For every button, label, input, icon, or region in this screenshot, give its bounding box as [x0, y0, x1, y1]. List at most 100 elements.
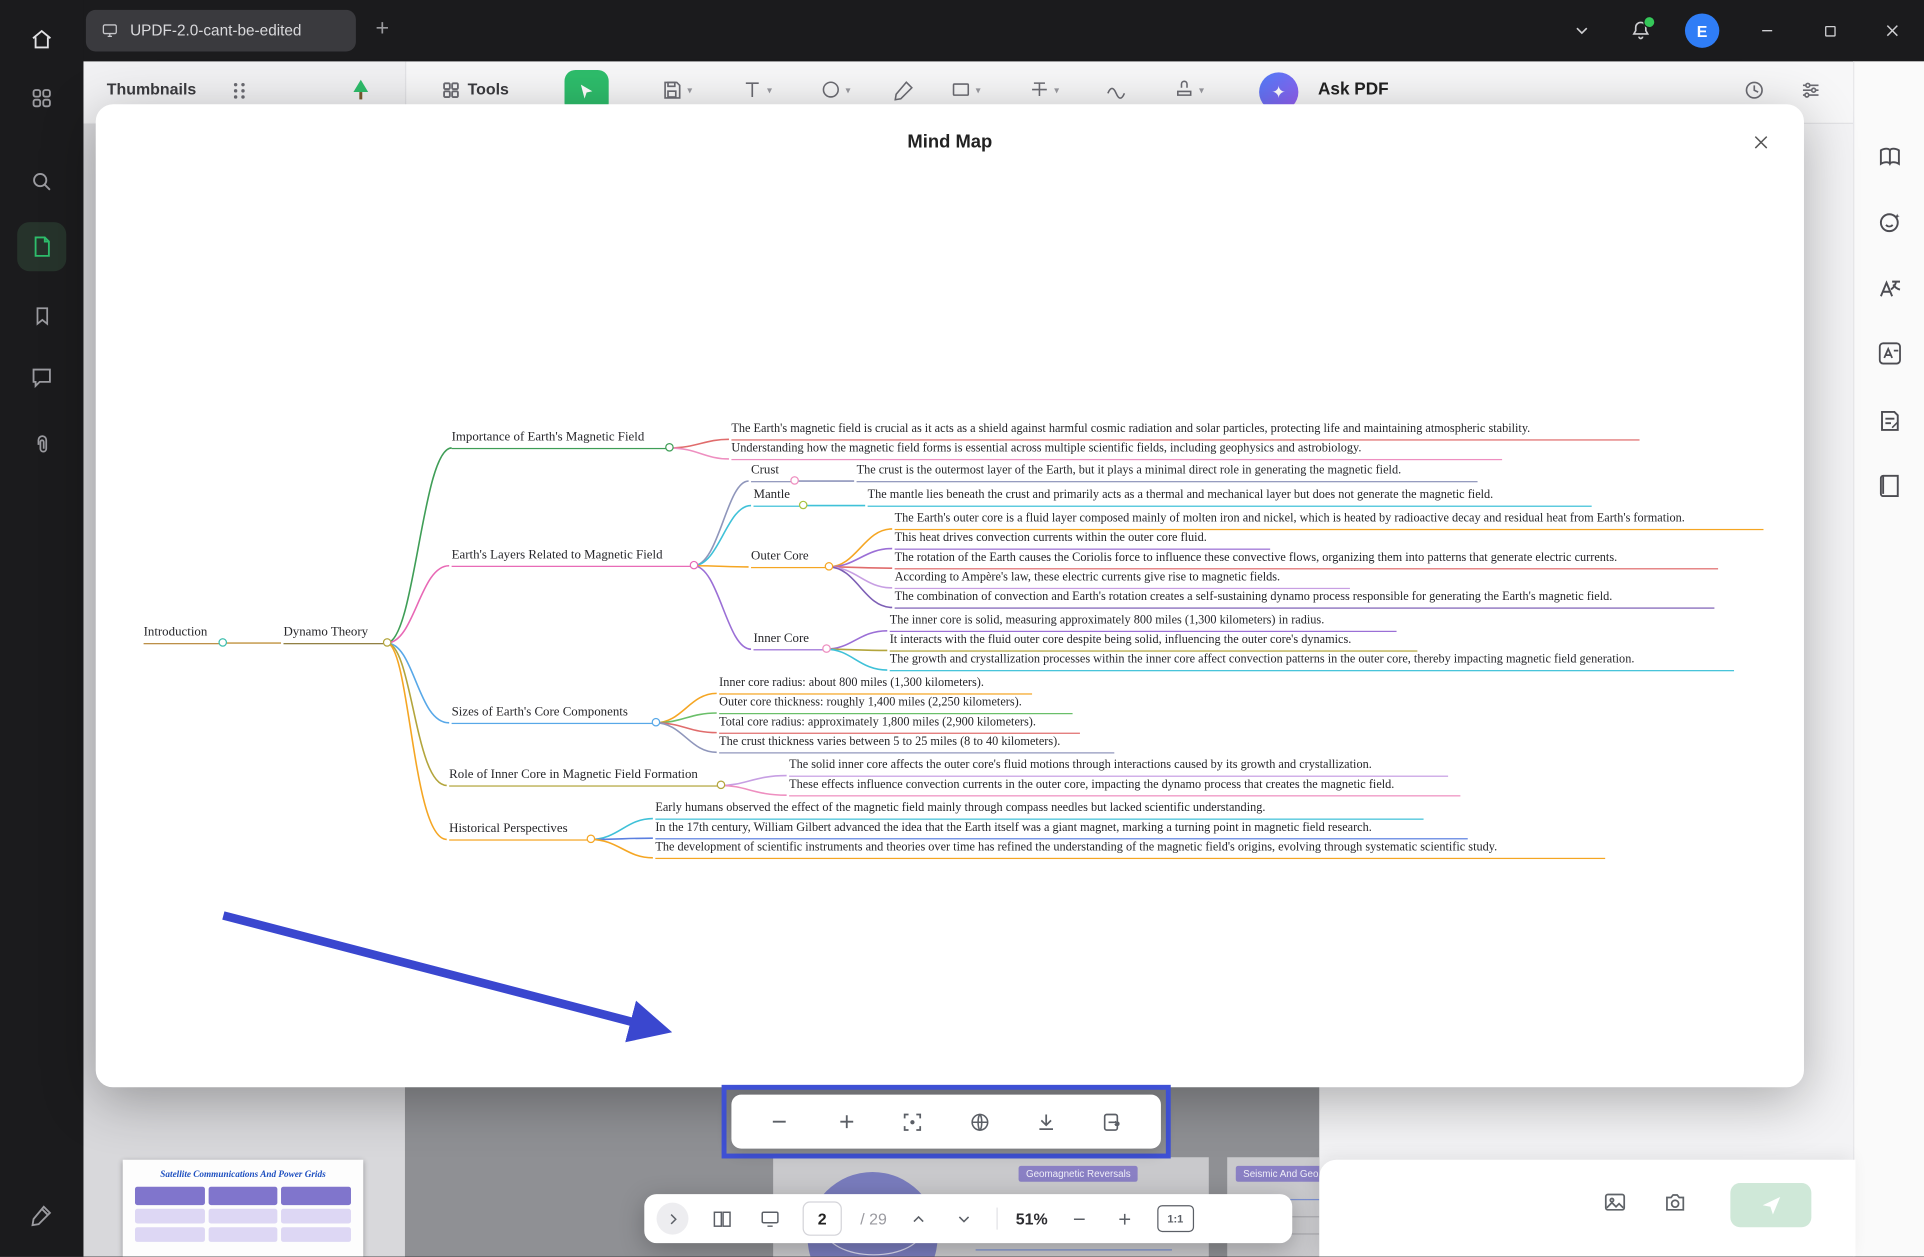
mindmap-branch-node[interactable]: Role of Inner Core in Magnetic Field For…	[449, 767, 720, 787]
node-label: Crust	[751, 464, 779, 477]
tree-icon[interactable]	[349, 77, 374, 104]
summary-note-icon[interactable]	[1869, 400, 1911, 442]
mindmap-leaf[interactable]: Inner core radius: about 800 miles (1,30…	[719, 675, 1032, 695]
actual-size-button[interactable]: 1:1	[1157, 1205, 1194, 1232]
page-number-input[interactable]: 2	[803, 1201, 842, 1235]
document-tab[interactable]: UPDF-2.0-cant-be-edited	[86, 10, 356, 52]
node-dot	[690, 561, 699, 570]
add-image-button[interactable]	[1601, 1190, 1628, 1215]
mindmap-leaf[interactable]: The mantle lies beneath the crust and pr…	[868, 487, 1592, 507]
mindmap-branch-node[interactable]: Historical Perspectives	[449, 821, 590, 841]
presentation-button[interactable]	[755, 1200, 784, 1237]
history-icon[interactable]	[1743, 79, 1766, 102]
send-button[interactable]	[1730, 1183, 1811, 1227]
mindmap-leaf[interactable]: Outer core thickness: roughly 1,400 mile…	[719, 695, 1072, 715]
mindmap-leaf[interactable]: The solid inner core affects the outer c…	[789, 757, 1448, 777]
fit-view-button[interactable]	[894, 1103, 931, 1140]
tools-label: Tools	[468, 80, 509, 98]
apps-grid-icon[interactable]	[17, 74, 66, 123]
mindmap-leaf[interactable]: Understanding how the magnetic field for…	[731, 441, 1502, 461]
mindmap-leaf[interactable]: This heat drives convection currents wit…	[895, 530, 1271, 550]
modal-close-button[interactable]	[1748, 129, 1775, 156]
draw-tool-icon[interactable]	[1104, 79, 1127, 101]
screenshot-button[interactable]	[1662, 1190, 1689, 1215]
drag-dots-icon[interactable]	[231, 81, 248, 101]
divider	[996, 1208, 997, 1230]
text-tool-icon[interactable]: ▾	[741, 79, 772, 101]
mindmap-leaf[interactable]: In the 17th century, William Gilbert adv…	[655, 820, 1467, 840]
mindmap-leaf[interactable]: The Earth's magnetic field is crucial as…	[731, 421, 1639, 441]
settings-sliders-icon[interactable]	[1799, 79, 1822, 102]
modal-title: Mind Map	[96, 131, 1804, 152]
mindmap-leaf[interactable]: The Earth's outer core is a fluid layer …	[895, 511, 1764, 531]
maximize-button[interactable]	[1815, 16, 1844, 45]
reader-mode-icon[interactable]	[1869, 136, 1911, 178]
previous-page-button[interactable]	[905, 1200, 932, 1237]
export-button[interactable]	[1094, 1103, 1131, 1140]
page-navigation-bar: 2 / 29 51% 1:1	[644, 1194, 1292, 1243]
mindmap-branch-node[interactable]: Sizes of Earth's Core Components	[452, 704, 656, 724]
strikethrough-tool-icon[interactable]: ▾	[1028, 79, 1059, 101]
mindmap-leaf[interactable]: The growth and crystallization processes…	[890, 652, 1734, 672]
thumbnail-view-button[interactable]	[707, 1200, 736, 1237]
document-view-button[interactable]	[17, 222, 66, 271]
attachment-icon[interactable]	[17, 420, 66, 469]
user-avatar[interactable]: E	[1685, 13, 1719, 47]
thumbnail-table	[135, 1187, 351, 1242]
pen-tool-icon[interactable]	[893, 79, 915, 101]
mindmap-leaf[interactable]: It interacts with the fluid outer core d…	[890, 632, 1418, 652]
notifications-button[interactable]	[1630, 20, 1652, 42]
node-label: Role of Inner Core in Magnetic Field For…	[449, 768, 698, 781]
mindmap-leaf[interactable]: The crust thickness varies between 5 to …	[719, 734, 1114, 754]
mindmap-leaf[interactable]: According to Ampère's law, these electri…	[895, 569, 1350, 589]
zoom-in-button[interactable]	[828, 1103, 865, 1140]
ask-pdf-label[interactable]: Ask PDF	[1318, 79, 1389, 99]
save-tool-icon[interactable]: ▾	[660, 79, 692, 102]
mindmap-leaf[interactable]: The crust is the outermost layer of the …	[857, 463, 1478, 483]
booklet-icon[interactable]	[1869, 465, 1911, 507]
stylus-icon[interactable]	[17, 1190, 66, 1239]
zoom-out-page-button[interactable]	[1066, 1200, 1093, 1237]
search-icon[interactable]	[17, 157, 66, 206]
mindmap-hub-node[interactable]: Dynamo Theory	[283, 625, 386, 645]
translate-icon[interactable]	[1869, 268, 1911, 310]
stamp-tool-icon[interactable]: ▾	[1173, 79, 1204, 101]
rect-tool-icon[interactable]: ▾	[950, 79, 981, 101]
mindmap-branch-node[interactable]: Earth's Layers Related to Magnetic Field	[452, 547, 694, 567]
zoom-in-page-button[interactable]	[1111, 1200, 1138, 1237]
mindmap-leaf[interactable]: These effects influence convection curre…	[789, 777, 1460, 797]
minimize-button[interactable]	[1752, 16, 1781, 45]
expand-panel-button[interactable]	[657, 1203, 689, 1235]
comments-icon[interactable]	[17, 352, 66, 401]
node-label: Dynamo Theory	[283, 626, 368, 639]
zoom-out-button[interactable]	[761, 1103, 798, 1140]
mindmap-leaf[interactable]: Total core radius: approximately 1,800 m…	[719, 714, 1080, 734]
tab-monitor-icon	[101, 22, 119, 39]
mindmap-leaf[interactable]: Early humans observed the effect of the …	[655, 800, 1423, 820]
bookmark-icon[interactable]	[17, 291, 66, 340]
download-button[interactable]	[1028, 1103, 1065, 1140]
page-thumbnail[interactable]: Satellite Communications And Power Grids	[123, 1160, 364, 1257]
mindmap-branch-node[interactable]: Importance of Earth's Magnetic Field	[452, 430, 669, 450]
tabs-dropdown-button[interactable]	[1567, 16, 1596, 45]
mindmap-leaf[interactable]: The inner core is solid, measuring appro…	[890, 612, 1397, 632]
ask-pdf-input-strip	[1319, 1160, 1855, 1257]
mindmap-subtopic-node[interactable]: Crust	[751, 463, 794, 483]
home-button[interactable]	[17, 15, 66, 64]
node-dot	[383, 638, 392, 647]
close-button[interactable]	[1878, 16, 1907, 45]
mindmap-subtopic-node[interactable]: Mantle	[754, 487, 803, 507]
new-tab-button[interactable]: +	[376, 16, 390, 43]
sticker-icon[interactable]	[1869, 201, 1911, 243]
language-globe-button[interactable]	[961, 1103, 998, 1140]
mindmap-root-node[interactable]: Introduction	[144, 625, 223, 645]
mindmap-leaf[interactable]: The rotation of the Earth causes the Cor…	[895, 550, 1718, 570]
shape-tool-icon[interactable]: ▾	[820, 79, 851, 101]
mindmap-subtopic-node[interactable]: Outer Core	[751, 549, 828, 569]
mindmap-subtopic-node[interactable]: Inner Core	[754, 631, 826, 651]
next-page-button[interactable]	[951, 1200, 978, 1237]
mindmap-leaf[interactable]: The combination of convection and Earth'…	[895, 589, 1715, 609]
translate-box-icon[interactable]	[1869, 333, 1911, 375]
mindmap-leaf[interactable]: The development of scientific instrument…	[655, 839, 1605, 859]
zoom-level[interactable]: 51%	[1016, 1209, 1048, 1227]
